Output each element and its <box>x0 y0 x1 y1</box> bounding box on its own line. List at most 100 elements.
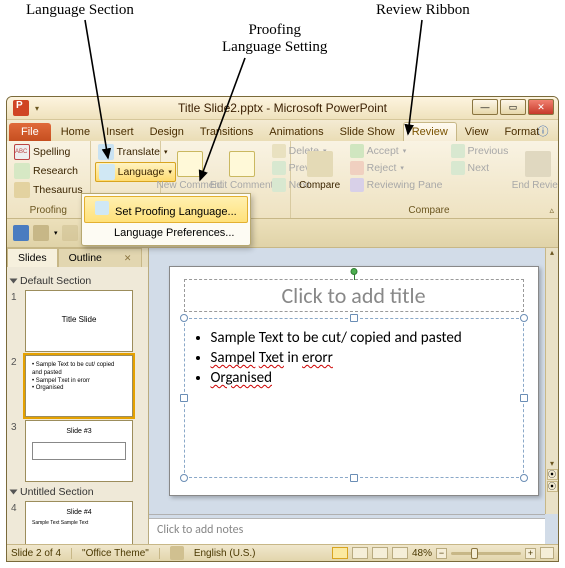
next-icon <box>451 161 465 175</box>
compare-prev-button[interactable]: Previous <box>448 143 512 159</box>
thumb-row-1[interactable]: 1 Title Slide <box>11 290 144 352</box>
status-language[interactable]: English (U.S.) <box>194 548 256 559</box>
reject-button[interactable]: Reject▾ <box>347 160 446 176</box>
selection-handle[interactable] <box>520 314 528 322</box>
pane-tab-slides[interactable]: Slides <box>7 248 58 267</box>
group-proofing: Spelling Research Thesaurus Proofing <box>7 141 91 218</box>
thumb-number: 4 <box>11 501 21 514</box>
bullet-1[interactable]: Sample Text to be cut/ copied and pasted <box>211 329 513 347</box>
new-comment-button[interactable]: New Comment <box>165 143 215 199</box>
accept-button[interactable]: Accept▾ <box>347 143 446 159</box>
status-theme: "Office Theme" <box>82 548 149 559</box>
thesaurus-button[interactable]: Thesaurus <box>11 181 86 199</box>
view-reading-button[interactable] <box>372 547 388 559</box>
spellcheck-status-icon[interactable] <box>170 546 184 560</box>
slide-thumbnail-4[interactable]: Slide #4 Sample Text Sample Text <box>25 501 133 544</box>
spelling-button[interactable]: Spelling <box>11 143 86 161</box>
ribbon-minimize-icon[interactable]: ▵ <box>549 205 554 216</box>
title-bar: ▾ Title Slide2.pptx - Microsoft PowerPoi… <box>7 97 558 120</box>
vertical-scrollbar[interactable]: ▴ ▾ ⦿ ⦿ <box>545 248 558 514</box>
end-review-button[interactable]: End Review <box>513 143 559 199</box>
edit-comment-icon <box>229 151 255 177</box>
bullet-3[interactable]: Organised <box>211 369 513 387</box>
redo-icon[interactable] <box>62 225 78 241</box>
tab-review[interactable]: Review <box>403 122 457 141</box>
minimize-button[interactable]: — <box>472 99 498 115</box>
menu-set-proofing-language[interactable]: Set Proofing Language... <box>84 196 248 223</box>
view-slideshow-button[interactable] <box>392 547 408 559</box>
next-slide-button[interactable]: ⦿ <box>547 481 558 492</box>
section-default[interactable]: Default Section <box>11 275 144 287</box>
selection-handle[interactable] <box>350 314 358 322</box>
reject-icon <box>350 161 364 175</box>
section-untitled[interactable]: Untitled Section <box>11 486 144 498</box>
translate-icon <box>98 144 114 160</box>
slide: Click to add title Sample Text to <box>169 266 539 496</box>
notes-pane[interactable]: Click to add notes <box>149 518 545 544</box>
tab-insert[interactable]: Insert <box>98 123 142 141</box>
save-icon[interactable] <box>13 225 29 241</box>
view-sorter-button[interactable] <box>352 547 368 559</box>
thumb-number: 2 <box>11 355 21 368</box>
bullet-2[interactable]: Sampel Txet in erorr <box>211 349 513 367</box>
slide-thumbnail-2[interactable]: • Sample Text to be cut/ copied and past… <box>25 355 133 417</box>
accept-icon <box>350 144 364 158</box>
tab-home[interactable]: Home <box>53 123 98 141</box>
callout-review-ribbon: Review Ribbon <box>376 2 470 19</box>
research-icon <box>14 163 30 179</box>
group-label-compare: Compare <box>295 204 559 218</box>
slide-thumbnail-3[interactable]: Slide #3 <box>25 420 133 482</box>
research-button[interactable]: Research <box>11 162 86 180</box>
pane-tab-outline[interactable]: Outline✕ <box>58 248 143 267</box>
tab-design[interactable]: Design <box>142 123 192 141</box>
group-label-proofing: Proofing <box>11 204 86 218</box>
spelling-icon <box>14 144 30 160</box>
delete-icon <box>272 144 286 158</box>
scroll-down-icon[interactable]: ▾ <box>546 459 558 468</box>
selection-handle[interactable] <box>350 474 358 482</box>
thumb-number: 1 <box>11 290 21 303</box>
selection-handle[interactable] <box>180 394 188 402</box>
prev-slide-button[interactable]: ⦿ <box>547 469 558 480</box>
previous-icon <box>451 144 465 158</box>
maximize-button[interactable]: ▭ <box>500 99 526 115</box>
selection-handle[interactable] <box>180 474 188 482</box>
compare-button[interactable]: Compare <box>295 143 345 199</box>
title-placeholder[interactable]: Click to add title <box>184 279 524 312</box>
content-placeholder[interactable]: Sample Text to be cut/ copied and pasted… <box>184 318 524 478</box>
help-button[interactable]: ⓘ <box>532 123 554 139</box>
selection-handle[interactable] <box>520 394 528 402</box>
thumb-row-2[interactable]: 2 • Sample Text to be cut/ copied and pa… <box>11 355 144 417</box>
app-window: ▾ Title Slide2.pptx - Microsoft PowerPoi… <box>6 96 559 562</box>
close-pane-icon[interactable]: ✕ <box>124 253 132 263</box>
chevron-down-icon[interactable]: ▾ <box>54 229 58 237</box>
tab-transitions[interactable]: Transitions <box>192 123 261 141</box>
view-normal-button[interactable] <box>332 547 348 559</box>
close-button[interactable]: ✕ <box>528 99 554 115</box>
slide-canvas[interactable]: Click to add title Sample Text to <box>149 248 558 514</box>
proofing-lang-icon <box>95 201 109 215</box>
reviewing-pane-icon <box>350 178 364 192</box>
tab-file[interactable]: File <box>9 123 51 141</box>
menu-language-preferences[interactable]: Language Preferences... <box>84 223 248 243</box>
zoom-slider[interactable] <box>451 552 521 555</box>
scroll-up-icon[interactable]: ▴ <box>546 248 558 257</box>
zoom-in-button[interactable]: + <box>525 548 536 559</box>
workspace: Slides Outline✕ Default Section 1 Title … <box>7 248 558 544</box>
thumb-row-3[interactable]: 3 Slide #3 <box>11 420 144 482</box>
undo-icon[interactable] <box>33 225 49 241</box>
zoom-out-button[interactable]: − <box>436 548 447 559</box>
tab-view[interactable]: View <box>457 123 497 141</box>
slide-thumbnail-1[interactable]: Title Slide <box>25 290 133 352</box>
selection-handle[interactable] <box>180 314 188 322</box>
reviewing-pane-button[interactable]: Reviewing Pane <box>347 177 446 193</box>
tab-slide-show[interactable]: Slide Show <box>332 123 403 141</box>
edit-comment-button[interactable]: Edit Comment <box>217 143 267 199</box>
tab-animations[interactable]: Animations <box>261 123 331 141</box>
thumb-row-4[interactable]: 4 Slide #4 Sample Text Sample Text <box>11 501 144 544</box>
zoom-percent[interactable]: 48% <box>412 548 432 559</box>
selection-handle[interactable] <box>520 474 528 482</box>
compare-next-button[interactable]: Next <box>448 160 512 176</box>
zoom-slider-thumb[interactable] <box>471 548 478 559</box>
fit-to-window-button[interactable] <box>540 547 554 559</box>
